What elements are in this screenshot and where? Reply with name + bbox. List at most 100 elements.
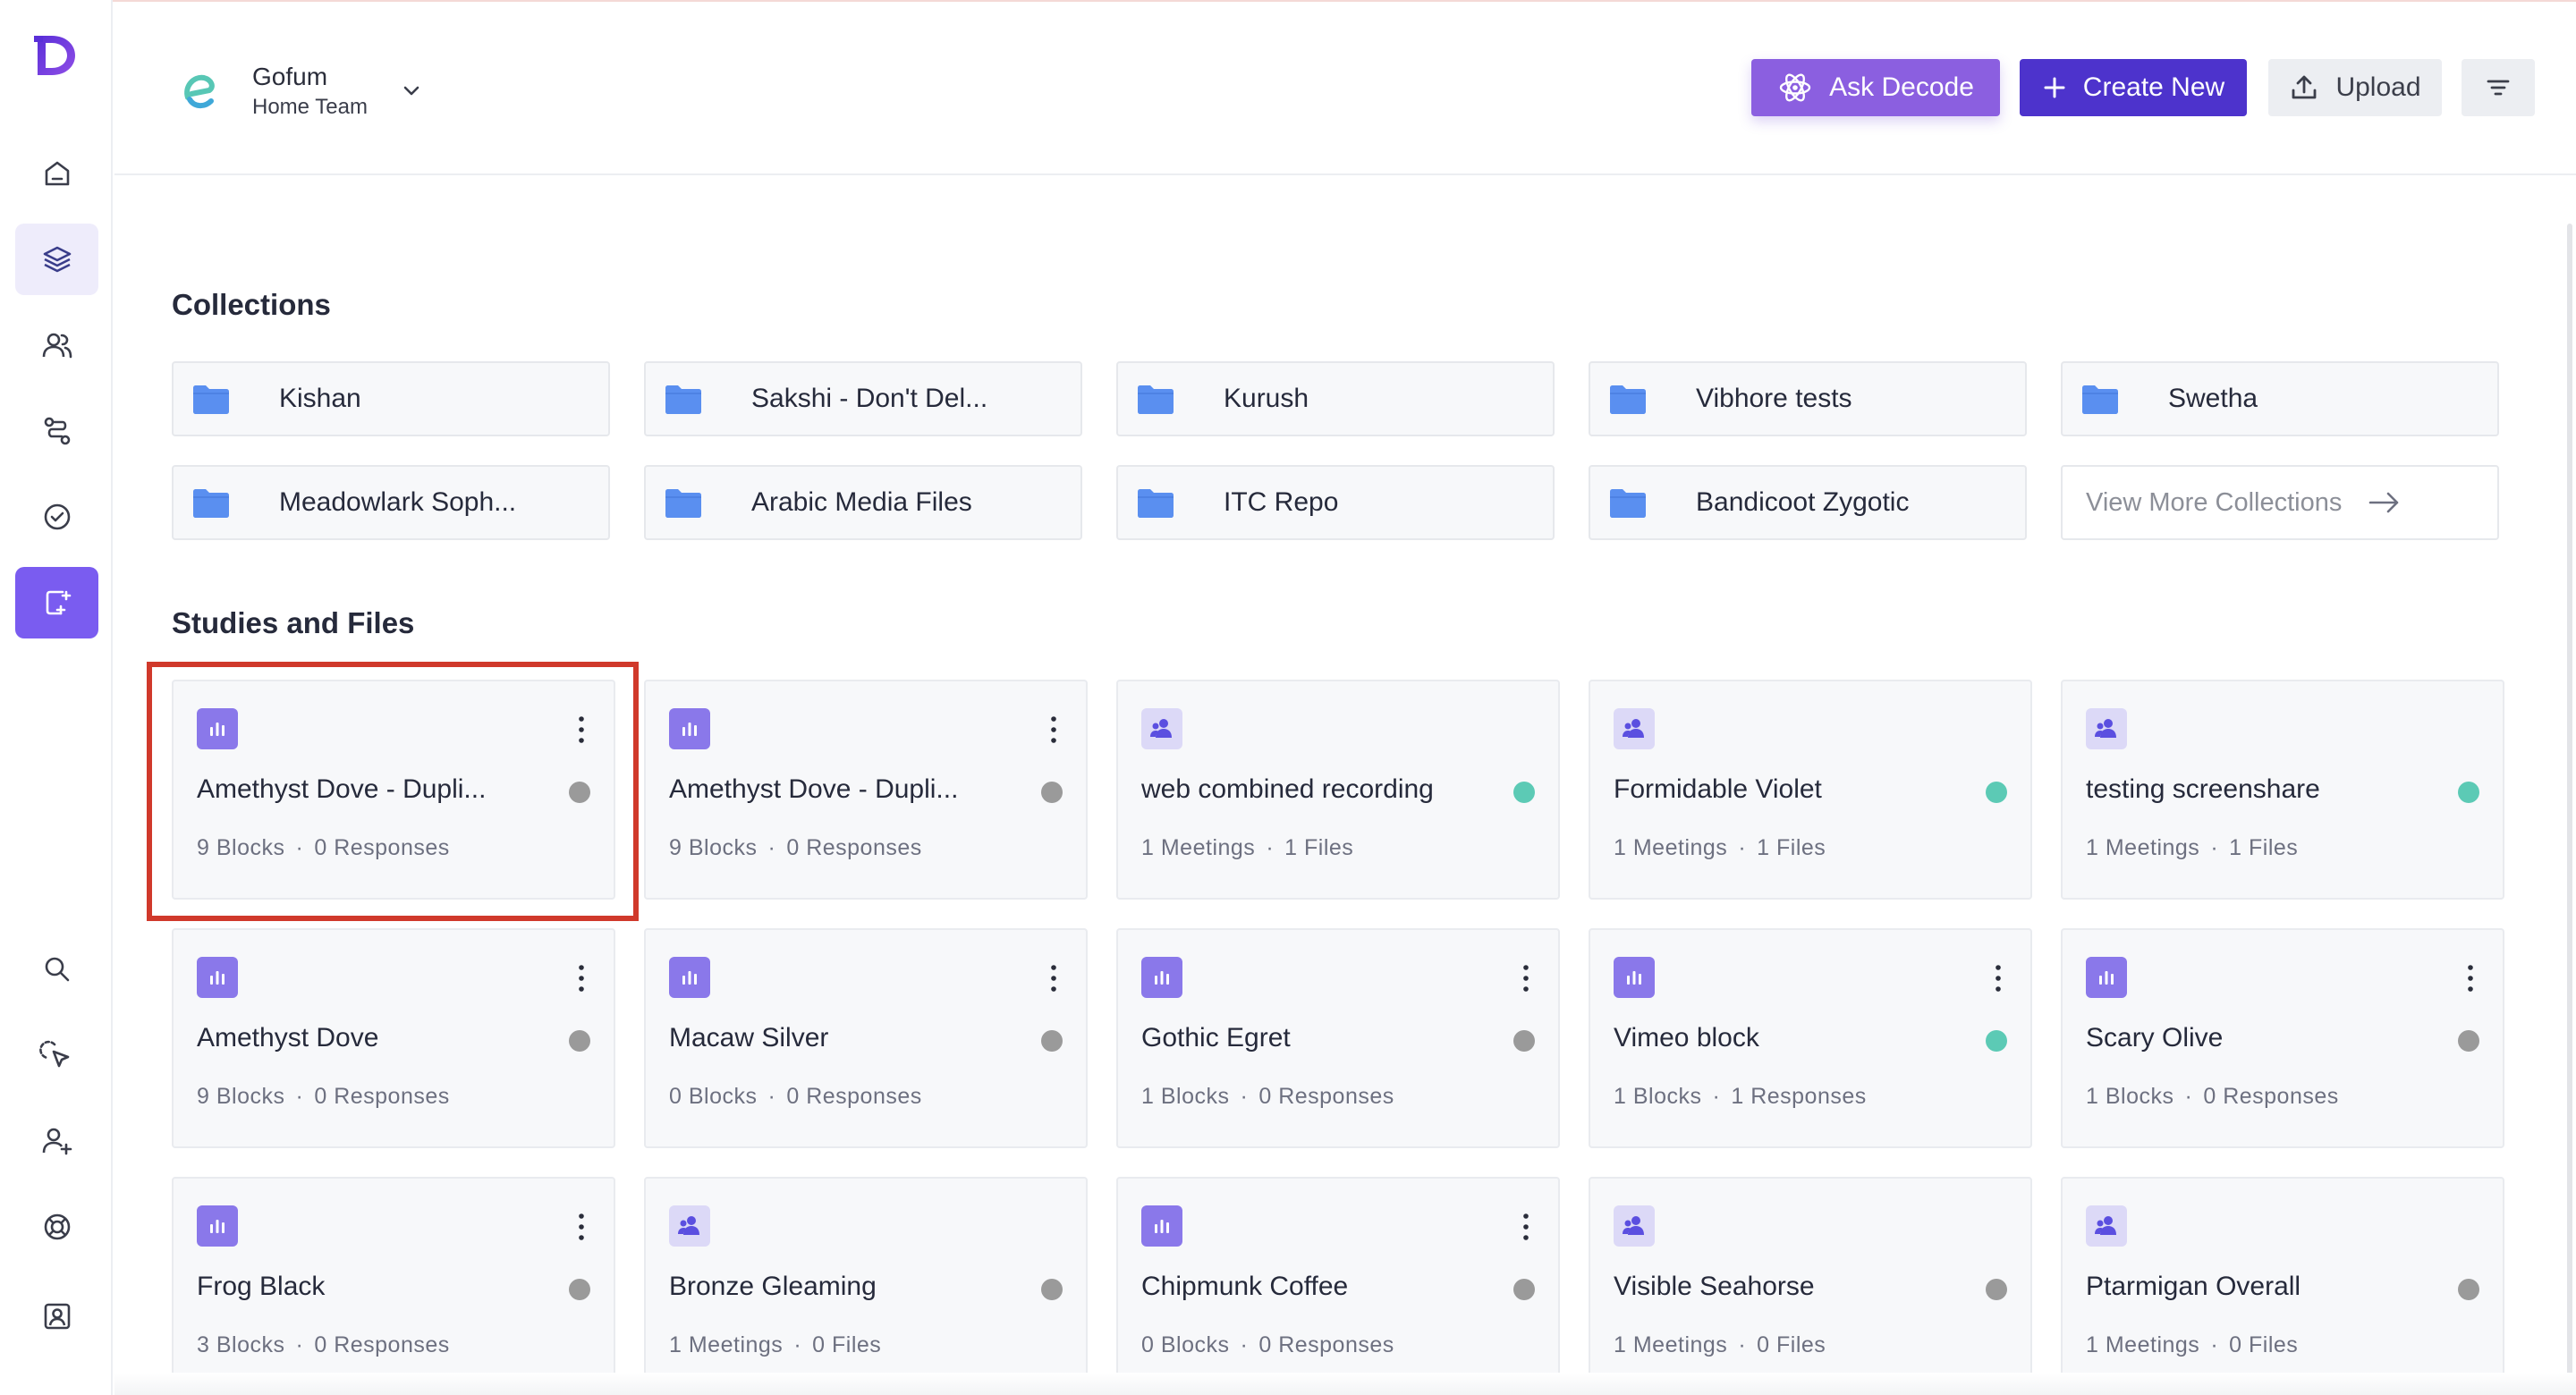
meta-count-1: 9	[197, 835, 210, 860]
collection-card[interactable]: Arabic Media Files	[644, 465, 1082, 540]
more-options-icon[interactable]	[1048, 714, 1059, 746]
study-meta: 1 Meetings · 0 Files	[669, 1332, 881, 1358]
survey-icon	[1155, 971, 1169, 985]
collection-card[interactable]: Kishan	[172, 361, 610, 436]
collection-card[interactable]: Vibhore tests	[1589, 361, 2027, 436]
nav-home[interactable]	[15, 138, 98, 209]
study-card[interactable]: Amethyst Dove 9 Blocks · 0 Responses	[172, 928, 615, 1148]
meta-label-2: Files	[1776, 835, 1826, 860]
meta-count-2: 0	[786, 1084, 800, 1109]
more-options-icon[interactable]	[1521, 962, 1531, 994]
meta-label-1: Blocks	[2105, 1084, 2174, 1109]
study-card[interactable]: Ptarmigan Overall 1 Meetings · 0 Files	[2061, 1177, 2504, 1395]
meta-label-1: Meetings	[1632, 835, 1728, 860]
collection-card[interactable]: Sakshi - Don't Del...	[644, 361, 1082, 436]
study-card[interactable]: Amethyst Dove - Dupli... 9 Blocks · 0 Respo…	[644, 680, 1088, 900]
study-card[interactable]: Vimeo block 1 Blocks · 1 Responses	[1589, 928, 2032, 1148]
more-options-icon[interactable]	[1048, 962, 1059, 994]
study-card[interactable]: web combined recording 1 Meetings · 1 Files	[1116, 680, 1560, 900]
collection-card[interactable]: ITC Repo	[1116, 465, 1555, 540]
meta-label-1: Meetings	[688, 1332, 784, 1357]
collection-name: Meadowlark Soph...	[279, 487, 517, 517]
meta-label-2: Files	[1304, 835, 1354, 860]
meta-label-1: Blocks	[1160, 1084, 1230, 1109]
ask-decode-button[interactable]: Ask Decode	[1751, 59, 2000, 116]
study-card[interactable]: Visible Seahorse 1 Meetings · 0 Files	[1589, 1177, 2032, 1395]
study-card[interactable]: Gothic Egret 1 Blocks · 0 Responses	[1116, 928, 1560, 1148]
collection-card[interactable]: Kurush	[1116, 361, 1555, 436]
nav-tracking[interactable]	[15, 1019, 98, 1091]
status-dot	[1986, 1279, 2007, 1300]
collection-name: Kurush	[1224, 384, 1309, 413]
study-card[interactable]: Frog Black 3 Blocks · 0 Responses	[172, 1177, 615, 1395]
nav-journeys[interactable]	[15, 395, 98, 467]
ask-decode-label: Ask Decode	[1829, 72, 1974, 102]
more-options-icon[interactable]	[2465, 962, 2476, 994]
meta-count-2: 0	[1258, 1332, 1272, 1357]
folder-icon	[1138, 385, 1174, 414]
study-title: Frog Black	[197, 1272, 326, 1301]
status-dot	[1041, 1030, 1063, 1052]
filter-button[interactable]	[2462, 59, 2535, 116]
meeting-icon	[1150, 719, 1172, 738]
arrow-right-icon	[2369, 492, 2399, 513]
view-more-collections-button[interactable]: View More Collections	[2061, 465, 2499, 540]
collection-card[interactable]: Meadowlark Soph...	[172, 465, 610, 540]
more-options-icon[interactable]	[576, 962, 587, 994]
meta-label-2: Responses	[334, 1332, 450, 1357]
nav-layers[interactable]	[15, 224, 98, 295]
nav-search[interactable]	[15, 934, 98, 1005]
study-card[interactable]: Scary Olive 1 Blocks · 0 Responses	[2061, 928, 2504, 1148]
study-meta: 9 Blocks · 0 Responses	[197, 835, 450, 861]
meta-count-1: 1	[1614, 1084, 1627, 1109]
status-dot	[569, 782, 590, 803]
study-card[interactable]: testing screenshare 1 Meetings · 1 Files	[2061, 680, 2504, 900]
team-name: Gofum	[252, 63, 328, 90]
nav-new-study[interactable]	[15, 567, 98, 638]
study-card[interactable]: Macaw Silver 0 Blocks · 0 Responses	[644, 928, 1088, 1148]
nav-invite[interactable]	[15, 1105, 98, 1177]
study-meta: 1 Meetings · 0 Files	[2086, 1332, 2298, 1358]
meeting-icon	[678, 1216, 699, 1235]
collection-name: ITC Repo	[1224, 487, 1339, 517]
study-title: Visible Seahorse	[1614, 1272, 1815, 1301]
study-type-badge	[669, 708, 710, 749]
study-card[interactable]: Formidable Violet 1 Meetings · 1 Files	[1589, 680, 2032, 900]
meta-label-1: Blocks	[216, 1084, 285, 1109]
study-meta: 1 Blocks · 0 Responses	[2086, 1084, 2339, 1110]
study-card[interactable]: Bronze Gleaming 1 Meetings · 0 Files	[644, 1177, 1088, 1395]
chevron-down-icon	[403, 86, 419, 96]
create-new-button[interactable]: Create New	[2020, 59, 2247, 116]
study-title: Macaw Silver	[669, 1023, 829, 1053]
study-type-badge	[1141, 1205, 1182, 1247]
meta-label-1: Blocks	[1160, 1332, 1230, 1357]
team-switcher[interactable]: Gofum Home Team	[179, 55, 423, 127]
more-options-icon[interactable]	[576, 714, 587, 746]
nav-help[interactable]	[15, 1191, 98, 1263]
collection-card[interactable]: Swetha	[2061, 361, 2499, 436]
nav-profile[interactable]	[15, 1281, 98, 1352]
more-options-icon[interactable]	[1993, 962, 2004, 994]
studies-heading: Studies and Files	[172, 606, 415, 639]
meta-separator: ·	[295, 835, 304, 860]
meta-count-1: 1	[2086, 1332, 2099, 1357]
search-icon	[45, 957, 69, 982]
nav-tasks[interactable]	[15, 481, 98, 553]
more-options-icon[interactable]	[576, 1211, 587, 1243]
study-meta: 0 Blocks · 0 Responses	[1141, 1332, 1394, 1358]
upload-button[interactable]: Upload	[2268, 59, 2442, 116]
collection-name: Bandicoot Zygotic	[1696, 487, 1910, 517]
bottom-fade	[114, 1373, 2576, 1395]
study-title: web combined recording	[1141, 774, 1434, 804]
study-card[interactable]: Chipmunk Coffee 0 Blocks · 0 Responses	[1116, 1177, 1560, 1395]
new-file-icon	[46, 590, 71, 615]
study-title: Ptarmigan Overall	[2086, 1272, 2301, 1301]
status-dot	[1513, 1030, 1535, 1052]
collection-name: Vibhore tests	[1696, 384, 1852, 413]
more-options-icon[interactable]	[1521, 1211, 1531, 1243]
status-dot	[2458, 1279, 2479, 1300]
study-card[interactable]: Amethyst Dove - Dupli... 9 Blocks · 0 Respo…	[172, 680, 615, 900]
collection-card[interactable]: Bandicoot Zygotic	[1589, 465, 2027, 540]
nav-users[interactable]	[15, 309, 98, 381]
scrollbar[interactable]	[2567, 224, 2572, 1386]
